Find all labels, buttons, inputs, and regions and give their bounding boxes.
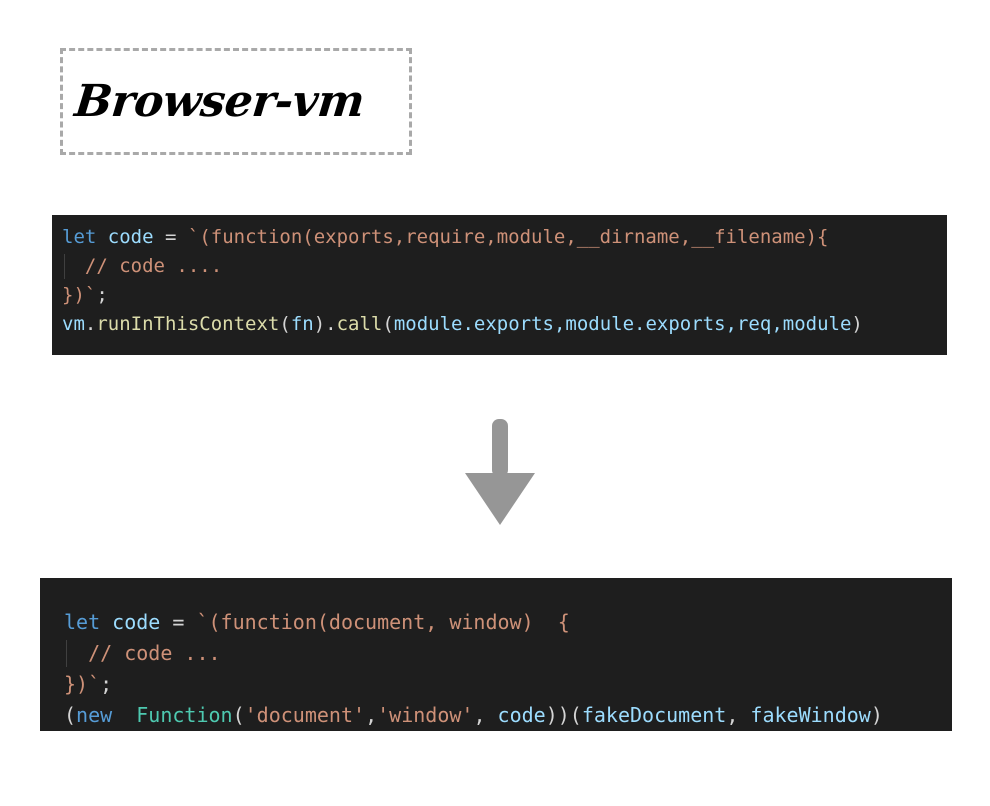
code-token: let (64, 610, 101, 634)
code-token: Function (136, 703, 233, 727)
code-token: ( (382, 313, 394, 335)
code-line: })`; (64, 669, 952, 700)
code-token: ))( (545, 703, 582, 727)
code-token: = (160, 610, 197, 634)
code-token: ; (100, 672, 113, 696)
code-token: })` (62, 284, 97, 306)
code-token: // code ... (64, 641, 221, 665)
code-token: module.exports,module.exports,req,module (393, 313, 852, 335)
code-line: (new Function('document','window', code)… (64, 700, 952, 731)
code-token: ( (232, 703, 245, 727)
code-token: runInThisContext (96, 313, 280, 335)
code-token: // code .... (62, 255, 223, 277)
code-line: let code = `(function(document, window) … (64, 607, 952, 638)
code-token: `(function(document, window) { (196, 610, 570, 634)
code-token: code (497, 703, 546, 727)
code-line: vm.runInThisContext(fn).call(module.expo… (62, 310, 947, 339)
code-token: . (84, 313, 97, 335)
code-token: let (62, 226, 97, 248)
code-line: let code = `(function(exports,require,mo… (62, 223, 947, 252)
title-card: Browser-vm (60, 48, 412, 155)
code-token: ( (64, 703, 77, 727)
code-token: code (112, 610, 161, 634)
code-token: `(function(exports,require,module,__dirn… (187, 226, 829, 248)
code-line: // code ... (64, 638, 952, 669)
code-token: fakeWindow (750, 703, 871, 727)
code-token: new (76, 703, 113, 727)
code-token: fakeDocument (581, 703, 727, 727)
code-token: = (153, 226, 188, 248)
code-token: ) (851, 313, 863, 335)
code-token: fn (290, 313, 314, 335)
code-line: // code .... (62, 252, 947, 281)
code-token: ) (870, 703, 883, 727)
code-token: , (365, 703, 378, 727)
code-block-nodejs-vm: let code = `(function(exports,require,mo… (52, 215, 947, 355)
flow-arrow (455, 415, 545, 527)
code-token: 'window' (377, 703, 474, 727)
code-token: ; (96, 284, 108, 306)
code-token: 'document' (244, 703, 366, 727)
code-token: ( (279, 313, 291, 335)
code-token: , (726, 703, 751, 727)
code-line: })`; (62, 281, 947, 310)
code-token: })` (64, 672, 101, 696)
code-token: vm (62, 313, 85, 335)
down-arrow-icon (465, 419, 535, 525)
page-title: Browser-vm (72, 76, 367, 127)
code-token: , (473, 703, 498, 727)
code-block-browser-function: let code = `(function(document, window) … (40, 578, 952, 731)
code-token: ). (313, 313, 337, 335)
code-token: code (107, 226, 154, 248)
code-token: call (336, 313, 383, 335)
